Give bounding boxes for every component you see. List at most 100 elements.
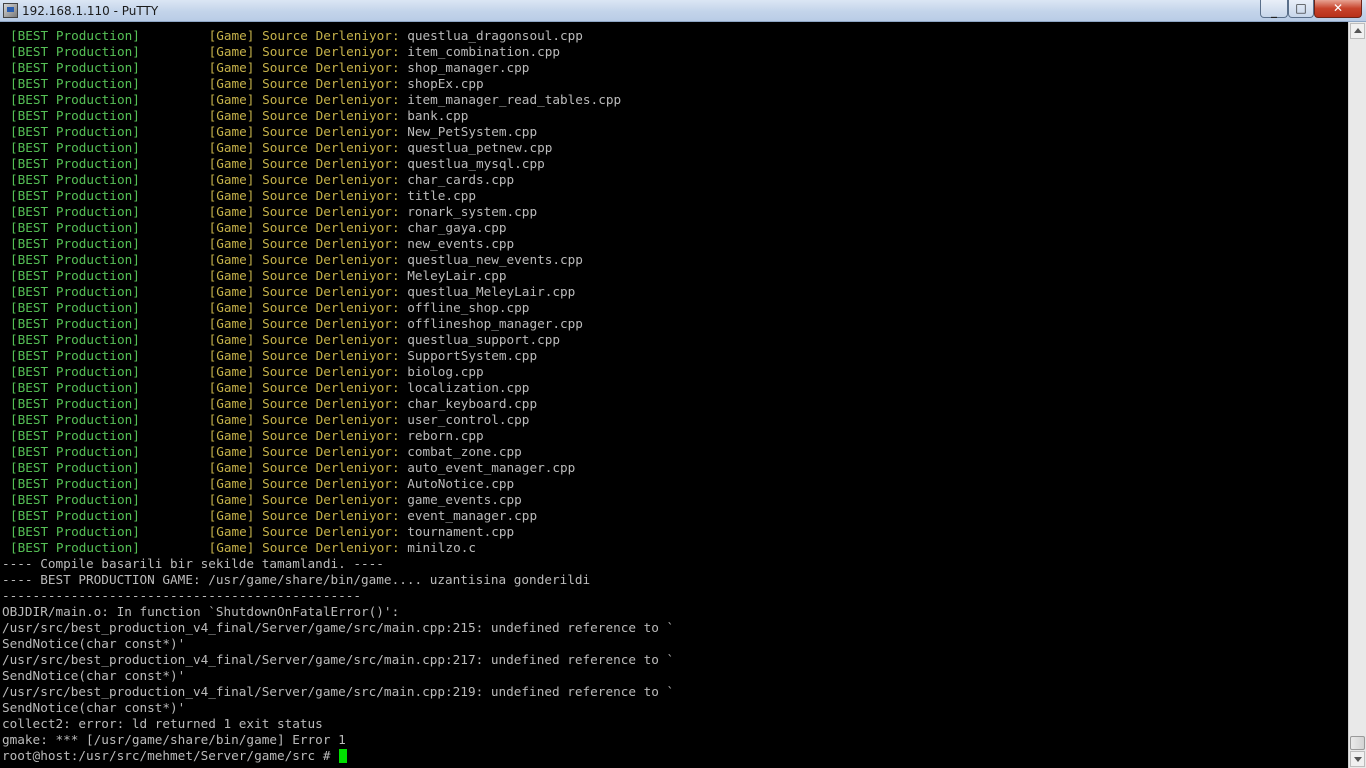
compile-line: [BEST Production] [Game] Source Derleniy… xyxy=(10,60,529,76)
compile-message: Source Derleniyor: xyxy=(262,220,400,235)
game-tag: [Game] xyxy=(208,188,255,203)
build-tag: [BEST Production] xyxy=(10,172,140,187)
compile-line: [BEST Production] [Game] Source Derleniy… xyxy=(10,284,575,300)
compile-line: [BEST Production] [Game] Source Derleniy… xyxy=(10,412,529,428)
compile-message: Source Derleniyor: xyxy=(262,492,400,507)
game-tag: [Game] xyxy=(208,60,255,75)
compile-message: Source Derleniyor: xyxy=(262,332,400,347)
source-file-name: char_cards.cpp xyxy=(407,172,515,187)
compile-line: [BEST Production] [Game] Source Derleniy… xyxy=(10,124,537,140)
game-tag: [Game] xyxy=(208,332,255,347)
game-tag: [Game] xyxy=(208,524,255,539)
compile-line: [BEST Production] [Game] Source Derleniy… xyxy=(10,380,529,396)
source-file-name: questlua_dragonsoul.cpp xyxy=(407,28,583,43)
putty-window: 192.168.1.110 - PuTTY _ □ ✕ [BEST Produc… xyxy=(0,0,1366,768)
maximize-button[interactable]: □ xyxy=(1288,0,1314,18)
compile-message: Source Derleniyor: xyxy=(262,460,400,475)
game-tag: [Game] xyxy=(208,156,255,171)
output-line: collect2: error: ld returned 1 exit stat… xyxy=(2,716,323,731)
minimize-button[interactable]: _ xyxy=(1260,0,1288,18)
vertical-scrollbar[interactable] xyxy=(1348,22,1366,768)
compile-line: [BEST Production] [Game] Source Derleniy… xyxy=(10,92,621,108)
output-line: ---- Compile basarili bir sekilde tamaml… xyxy=(2,556,384,571)
source-file-name: offline_shop.cpp xyxy=(407,300,530,315)
output-line: ----------------------------------------… xyxy=(2,588,362,603)
terminal-output[interactable]: [BEST Production] [Game] Source Derleniy… xyxy=(0,22,1348,768)
game-tag: [Game] xyxy=(208,44,255,59)
output-line: gmake: *** [/usr/game/share/bin/game] Er… xyxy=(2,732,346,747)
build-tag: [BEST Production] xyxy=(10,188,140,203)
compile-line: [BEST Production] [Game] Source Derleniy… xyxy=(10,44,560,60)
source-file-name: questlua_petnew.cpp xyxy=(407,140,553,155)
game-tag: [Game] xyxy=(208,284,255,299)
shell-prompt: root@host:/usr/src/mehmet/Server/game/sr… xyxy=(2,748,339,763)
source-file-name: New_PetSystem.cpp xyxy=(407,124,538,139)
source-file-name: event_manager.cpp xyxy=(407,508,538,523)
putty-icon[interactable] xyxy=(3,3,18,18)
build-tag: [BEST Production] xyxy=(10,364,140,379)
scroll-thumb[interactable] xyxy=(1350,736,1365,750)
compile-line: [BEST Production] [Game] Source Derleniy… xyxy=(10,476,514,492)
scroll-down-arrow-icon[interactable] xyxy=(1350,751,1365,767)
game-tag: [Game] xyxy=(208,348,255,363)
output-line: SendNotice(char const*)' xyxy=(2,636,186,651)
close-button[interactable]: ✕ xyxy=(1314,0,1362,18)
output-line: SendNotice(char const*)' xyxy=(2,668,186,683)
scroll-up-arrow-icon[interactable] xyxy=(1350,23,1365,39)
source-file-name: reborn.cpp xyxy=(407,428,484,443)
compile-line: [BEST Production] [Game] Source Derleniy… xyxy=(10,332,560,348)
compile-line: [BEST Production] [Game] Source Derleniy… xyxy=(10,236,514,252)
build-tag: [BEST Production] xyxy=(10,108,140,123)
compile-line: [BEST Production] [Game] Source Derleniy… xyxy=(10,156,545,172)
build-tag: [BEST Production] xyxy=(10,540,140,555)
build-tag: [BEST Production] xyxy=(10,492,140,507)
game-tag: [Game] xyxy=(208,28,255,43)
game-tag: [Game] xyxy=(208,172,255,187)
compile-line: [BEST Production] [Game] Source Derleniy… xyxy=(10,108,468,124)
text-cursor xyxy=(339,749,348,763)
build-tag: [BEST Production] xyxy=(10,428,140,443)
source-file-name: questlua_support.cpp xyxy=(407,332,561,347)
build-tag: [BEST Production] xyxy=(10,444,140,459)
game-tag: [Game] xyxy=(208,508,255,523)
source-file-name: title.cpp xyxy=(407,188,476,203)
build-tag: [BEST Production] xyxy=(10,44,140,59)
build-tag: [BEST Production] xyxy=(10,124,140,139)
compile-line: [BEST Production] [Game] Source Derleniy… xyxy=(10,428,484,444)
game-tag: [Game] xyxy=(208,140,255,155)
output-line: /usr/src/best_production_v4_final/Server… xyxy=(2,684,675,699)
shell-prompt-line[interactable]: root@host:/usr/src/mehmet/Server/game/sr… xyxy=(2,748,348,764)
compile-message: Source Derleniyor: xyxy=(262,188,400,203)
compile-message: Source Derleniyor: xyxy=(262,444,400,459)
build-tag: [BEST Production] xyxy=(10,204,140,219)
source-file-name: combat_zone.cpp xyxy=(407,444,522,459)
minimize-icon: _ xyxy=(1271,4,1277,18)
source-file-name: shop_manager.cpp xyxy=(407,60,530,75)
source-file-name: game_events.cpp xyxy=(407,492,522,507)
compile-line: [BEST Production] [Game] Source Derleniy… xyxy=(10,28,583,44)
output-line: OBJDIR/main.o: In function `ShutdownOnFa… xyxy=(2,604,400,619)
build-tag: [BEST Production] xyxy=(10,92,140,107)
build-tag: [BEST Production] xyxy=(10,140,140,155)
source-file-name: user_control.cpp xyxy=(407,412,530,427)
compile-message: Source Derleniyor: xyxy=(262,396,400,411)
compile-message: Source Derleniyor: xyxy=(262,380,400,395)
compile-message: Source Derleniyor: xyxy=(262,428,400,443)
source-file-name: biolog.cpp xyxy=(407,364,484,379)
compile-message: Source Derleniyor: xyxy=(262,268,400,283)
compile-message: Source Derleniyor: xyxy=(262,108,400,123)
compile-message: Source Derleniyor: xyxy=(262,172,400,187)
compile-line: [BEST Production] [Game] Source Derleniy… xyxy=(10,444,522,460)
game-tag: [Game] xyxy=(208,300,255,315)
compile-message: Source Derleniyor: xyxy=(262,92,400,107)
build-tag: [BEST Production] xyxy=(10,284,140,299)
game-tag: [Game] xyxy=(208,108,255,123)
compile-line: [BEST Production] [Game] Source Derleniy… xyxy=(10,508,537,524)
game-tag: [Game] xyxy=(208,396,255,411)
game-tag: [Game] xyxy=(208,92,255,107)
build-tag: [BEST Production] xyxy=(10,412,140,427)
build-tag: [BEST Production] xyxy=(10,252,140,267)
title-bar[interactable]: 192.168.1.110 - PuTTY _ □ ✕ xyxy=(0,0,1366,22)
source-file-name: AutoNotice.cpp xyxy=(407,476,515,491)
game-tag: [Game] xyxy=(208,380,255,395)
